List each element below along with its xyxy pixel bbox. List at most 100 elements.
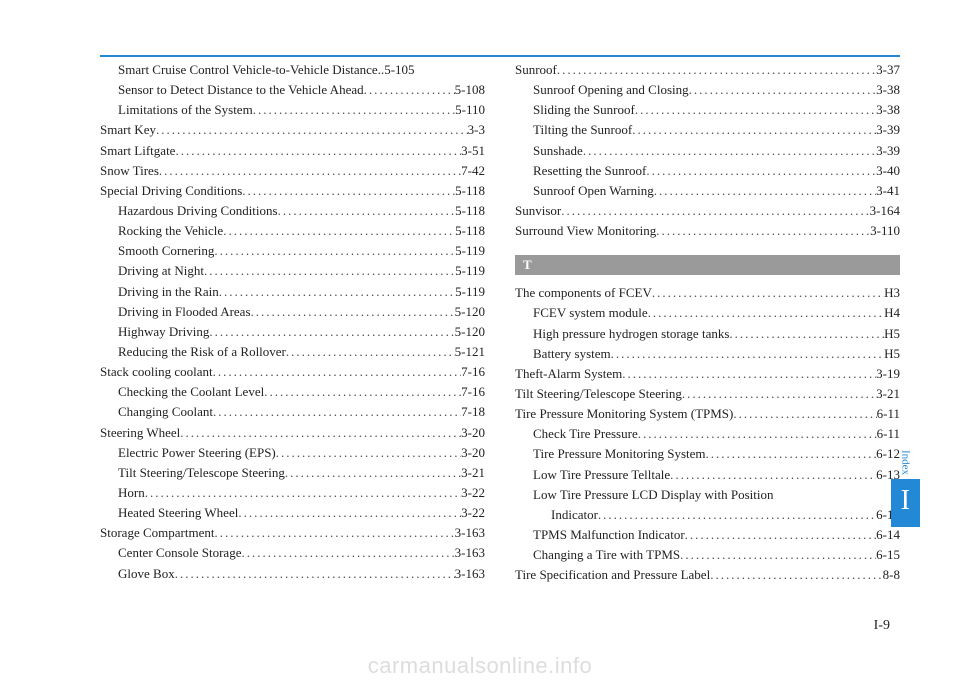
leader-dots <box>729 324 884 344</box>
index-entry-page: H4 <box>884 303 900 323</box>
leader-dots <box>278 201 456 221</box>
leader-dots <box>219 282 455 302</box>
index-entry-label: Storage Compartment <box>100 523 214 543</box>
index-entry-page: 5-120 <box>455 302 485 322</box>
index-entry-label: Tilting the Sunroof <box>533 120 632 140</box>
leader-dots <box>557 60 876 80</box>
index-entry-label: Special Driving Conditions <box>100 181 242 201</box>
index-entry-page: 3-39 <box>876 120 900 140</box>
index-entry-label: Limitations of the System <box>118 100 253 120</box>
page-content: Smart Cruise Control Vehicle-to-Vehicle … <box>0 0 960 615</box>
index-entry-page: 7-42 <box>461 161 485 181</box>
index-entry: Tire Pressure Monitoring System6-12 <box>515 444 900 464</box>
index-entry-label: Stack cooling coolant <box>100 362 213 382</box>
index-entry-page: 3-22 <box>461 503 485 523</box>
index-entry: Checking the Coolant Level7-16 <box>100 382 485 402</box>
leader-dots <box>656 221 870 241</box>
index-entry: Snow Tires7-42 <box>100 161 485 181</box>
index-entry: Stack cooling coolant 7-16 <box>100 362 485 382</box>
index-entry: Check Tire Pressure6-11 <box>515 424 900 444</box>
index-entry-label: Center Console Storage <box>118 543 241 563</box>
leader-dots <box>214 241 455 261</box>
index-entry-page: 3-40 <box>876 161 900 181</box>
index-entry: Low Tire Pressure LCD Display with Posit… <box>515 485 900 505</box>
index-entry-page: 3-163 <box>455 523 485 543</box>
page-number: I-9 <box>874 618 890 634</box>
leader-dots <box>648 303 885 323</box>
leader-dots <box>733 404 876 424</box>
index-entry: Indicator6-13 <box>515 505 900 525</box>
tab-letter-block: I <box>891 479 920 527</box>
index-entry-page: 3-22 <box>461 483 485 503</box>
index-entry: Reducing the Risk of a Rollover5-121 <box>100 342 485 362</box>
section-letter-t: T <box>515 255 900 275</box>
index-entry-page: 5-105 <box>384 60 414 80</box>
index-entry-page: 7-16 <box>461 362 485 382</box>
index-entry-label: Sunroof Opening and Closing <box>533 80 689 100</box>
index-entry-label: Resetting the Sunroof <box>533 161 646 181</box>
index-entry-label: Checking the Coolant Level <box>118 382 264 402</box>
tab-label: Index <box>899 450 911 475</box>
index-entry: Limitations of the System 5-110 <box>100 100 485 120</box>
index-entry-label: Sliding the Sunroof <box>533 100 635 120</box>
index-entry-page: 6-14 <box>876 525 900 545</box>
index-entry-page: 3-3 <box>468 120 485 140</box>
index-entry-page: 5-108 <box>455 80 485 100</box>
index-entry-label: High pressure hydrogen storage tanks <box>533 324 729 344</box>
leader-dots <box>238 503 461 523</box>
index-entry-page: 6-11 <box>877 404 900 424</box>
index-entry-label: Heated Steering Wheel <box>118 503 238 523</box>
leader-dots <box>652 283 884 303</box>
index-entry-label: FCEV system module <box>533 303 648 323</box>
index-entry-label: Horn <box>118 483 145 503</box>
index-entry: Smooth Cornering5-119 <box>100 241 485 261</box>
index-entry: Sunvisor3-164 <box>515 201 900 221</box>
leader-dots <box>213 362 462 382</box>
index-entry-page: 8-8 <box>883 565 900 585</box>
leader-dots <box>214 523 454 543</box>
index-entry-page: 3-20 <box>461 443 485 463</box>
leader-dots <box>223 221 455 241</box>
leader-dots <box>682 384 876 404</box>
index-entry: Changing a Tire with TPMS6-15 <box>515 545 900 565</box>
index-entry: Battery systemH5 <box>515 344 900 364</box>
index-entry-label: Smooth Cornering <box>118 241 214 261</box>
leader-dots <box>611 344 884 364</box>
index-entry-page: 5-119 <box>455 261 485 281</box>
leader-dots <box>204 261 455 281</box>
leader-dots <box>622 364 876 384</box>
index-entry-label: Smart Liftgate <box>100 141 175 161</box>
index-entry-label: Reducing the Risk of a Rollover <box>118 342 286 362</box>
index-entry-label: Low Tire Pressure Telltale <box>533 465 670 485</box>
index-entry-label: Smart Key <box>100 120 156 140</box>
index-entry-label: Tire Specification and Pressure Label <box>515 565 710 585</box>
index-entry-page: 3-21 <box>876 384 900 404</box>
index-entry-label: Battery system <box>533 344 611 364</box>
index-entry-label: Changing a Tire with TPMS <box>533 545 680 565</box>
index-entry-page: 7-18 <box>461 402 485 422</box>
index-entry: Storage Compartment 3-163 <box>100 523 485 543</box>
index-entry-label: Sensor to Detect Distance to the Vehicle… <box>118 80 364 100</box>
leader-dots <box>175 564 455 584</box>
index-entry-page: 3-37 <box>876 60 900 80</box>
index-entry-label: Smart Cruise Control Vehicle-to-Vehicle … <box>118 60 378 80</box>
left-column: Smart Cruise Control Vehicle-to-Vehicle … <box>100 60 485 585</box>
index-entry-label: Glove Box <box>118 564 175 584</box>
leader-dots <box>583 141 876 161</box>
index-entry-label: Electric Power Steering (EPS) <box>118 443 276 463</box>
index-entry: Low Tire Pressure Telltale6-13 <box>515 465 900 485</box>
top-rule <box>100 55 900 57</box>
index-entry: Sunroof Open Warning3-41 <box>515 181 900 201</box>
index-entry-page: 3-41 <box>876 181 900 201</box>
index-entry: TPMS Malfunction Indicator6-14 <box>515 525 900 545</box>
leader-dots <box>286 342 455 362</box>
index-entry-page: 3-163 <box>455 543 485 563</box>
index-entry-page: 5-110 <box>455 100 485 120</box>
index-entry-label: Tilt Steering/Telescope Steering <box>118 463 285 483</box>
leader-dots <box>276 443 461 463</box>
index-entry-page: 3-38 <box>876 100 900 120</box>
leader-dots <box>264 382 461 402</box>
index-entry-page: 3-21 <box>461 463 485 483</box>
index-entry: Sunroof Opening and Closing3-38 <box>515 80 900 100</box>
index-entry: Highway Driving5-120 <box>100 322 485 342</box>
